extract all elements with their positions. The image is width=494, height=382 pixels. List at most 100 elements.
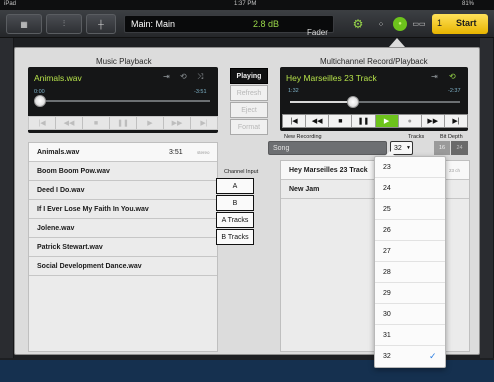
chevron-down-icon: ▼ bbox=[406, 145, 411, 151]
pause-icon: ❚❚ bbox=[117, 120, 129, 127]
next-mark-icon[interactable]: ⇥ bbox=[431, 72, 438, 81]
music-position-slider[interactable] bbox=[40, 100, 210, 102]
multichannel-elapsed: 1:32 bbox=[288, 88, 299, 94]
list-item[interactable]: Deed I Do.wav bbox=[29, 181, 217, 200]
app-root: iPad 1:37 PM 81% ▦ ⫶ ┼ Main: Main 2.8 dB… bbox=[0, 0, 494, 382]
tracks-option[interactable]: 31 bbox=[375, 325, 445, 346]
multichannel-position-knob[interactable] bbox=[346, 96, 359, 108]
popover-arrow bbox=[389, 38, 405, 47]
record-button[interactable]: ● bbox=[399, 115, 422, 127]
repeat-icon[interactable]: ⟲ bbox=[449, 72, 456, 81]
record-dot-icon: ● bbox=[398, 21, 402, 27]
session-channels: 23 ch bbox=[449, 168, 461, 173]
tracks-option-value: 30 bbox=[383, 311, 391, 318]
list-item[interactable]: Social Development Dance.wav bbox=[29, 257, 217, 276]
mixer-view-button[interactable]: ▦ bbox=[6, 14, 42, 34]
stop-icon: ■ bbox=[93, 119, 99, 127]
list-item[interactable]: If I Ever Lose My Faith In You.wav bbox=[29, 200, 217, 219]
play-button[interactable]: ▶ bbox=[375, 115, 399, 127]
format-button[interactable]: Format bbox=[230, 119, 268, 135]
stop-button[interactable]: ■ bbox=[83, 117, 110, 129]
rewind-button[interactable]: ◀◀ bbox=[306, 115, 330, 127]
stop-button[interactable]: ■ bbox=[329, 115, 353, 127]
bit-depth-24-button[interactable]: 24 bbox=[451, 141, 468, 155]
skip-end-icon: ▶| bbox=[200, 120, 208, 127]
playing-button[interactable]: Playing bbox=[230, 68, 268, 84]
music-remaining: -3:51 bbox=[194, 89, 207, 95]
tracks-option[interactable]: 26 bbox=[375, 220, 445, 241]
skip-start-button[interactable]: |◀ bbox=[29, 117, 56, 129]
session-name: Hey Marseilles 23 Track bbox=[289, 167, 368, 174]
file-name: Boom Boom Pow.wav bbox=[37, 168, 110, 175]
sliders-icon: ⫶ bbox=[63, 19, 65, 28]
shuffle-icon[interactable]: ⤨ bbox=[197, 72, 203, 82]
music-file-list: Animals.wav 3:51 stereo Boom Boom Pow.wa… bbox=[28, 142, 218, 352]
tracks-option-value: 23 bbox=[383, 164, 391, 171]
tracks-option[interactable]: 28 bbox=[375, 262, 445, 283]
file-name: If I Ever Lose My Faith In You.wav bbox=[37, 206, 149, 213]
tracks-option[interactable]: 27 bbox=[375, 241, 445, 262]
skip-start-button[interactable]: |◀ bbox=[283, 115, 307, 127]
fast-forward-button[interactable]: ▶▶ bbox=[422, 115, 445, 127]
channel-input-a[interactable]: A bbox=[216, 178, 254, 194]
settings-button[interactable]: ⚙ bbox=[348, 14, 368, 34]
tracks-option-selected[interactable]: 32 ✓ bbox=[375, 346, 445, 367]
rewind-button[interactable]: ◀◀ bbox=[56, 117, 83, 129]
mix-selector[interactable]: Main: Main 2.8 dB bbox=[124, 15, 334, 33]
skip-end-button[interactable]: ▶| bbox=[191, 117, 217, 129]
fast-forward-button[interactable]: ▶▶ bbox=[164, 117, 191, 129]
new-recording-label: New Recording bbox=[284, 134, 322, 140]
recorder-button[interactable]: ● bbox=[393, 17, 407, 31]
file-name: Social Development Dance.wav bbox=[37, 263, 142, 270]
start-scene-button[interactable]: 1 Start bbox=[432, 14, 488, 34]
eq-view-button[interactable]: ⫶ bbox=[46, 14, 82, 34]
song-name-field[interactable]: Song bbox=[268, 141, 387, 155]
routing-icon: ⁘ bbox=[377, 19, 385, 29]
file-name: Patrick Stewart.wav bbox=[37, 244, 103, 251]
music-track-name: Animals.wav bbox=[34, 73, 82, 83]
list-item[interactable]: Boom Boom Pow.wav bbox=[29, 162, 217, 181]
rewind-icon: ◀◀ bbox=[311, 118, 323, 125]
skip-end-button[interactable]: ▶| bbox=[445, 115, 467, 127]
music-position-knob[interactable] bbox=[34, 95, 46, 107]
routing-button[interactable]: ⁘ bbox=[372, 14, 390, 34]
tracks-option[interactable]: 24 bbox=[375, 178, 445, 199]
multichannel-track-name: Hey Marseilles 23 Track bbox=[286, 73, 377, 83]
tracks-option[interactable]: 25 bbox=[375, 199, 445, 220]
multichannel-title: Multichannel Record/Playback bbox=[320, 57, 428, 66]
play-icon: ▶ bbox=[383, 118, 390, 125]
tracks-option-value: 25 bbox=[383, 206, 391, 213]
tracks-option-value: 28 bbox=[383, 269, 391, 276]
meter-button[interactable]: ▭▭ bbox=[410, 14, 428, 34]
tracks-option-value: 31 bbox=[383, 332, 391, 339]
multichannel-position-slider[interactable] bbox=[290, 101, 460, 103]
list-item[interactable]: Jolene.wav bbox=[29, 219, 217, 238]
bit-depth-16-button[interactable]: 16 bbox=[434, 141, 450, 155]
pause-button[interactable]: ❚❚ bbox=[110, 117, 137, 129]
list-item[interactable]: Patrick Stewart.wav bbox=[29, 238, 217, 257]
eject-button[interactable]: Eject bbox=[230, 102, 268, 118]
mix-level: 2.8 dB bbox=[253, 19, 280, 29]
channel-input-b[interactable]: B bbox=[216, 195, 254, 211]
channel-input-a-tracks[interactable]: A Tracks bbox=[216, 212, 254, 228]
tracks-option[interactable]: 29 bbox=[375, 283, 445, 304]
channel-input-b-tracks[interactable]: B Tracks bbox=[216, 229, 254, 245]
tracks-option[interactable]: 30 bbox=[375, 304, 445, 325]
bit-depth-label: Bit Depth bbox=[440, 134, 463, 140]
checkmark-icon: ✓ bbox=[429, 351, 437, 361]
record-icon: ● bbox=[407, 117, 412, 125]
tracks-option-value: 29 bbox=[383, 290, 391, 297]
grid-icon: ▦ bbox=[20, 19, 28, 29]
play-button[interactable]: ▶ bbox=[137, 117, 164, 129]
list-item[interactable]: Animals.wav 3:51 stereo bbox=[29, 143, 217, 162]
tracks-option[interactable]: 23 bbox=[375, 157, 445, 178]
rewind-icon: ◀◀ bbox=[63, 120, 75, 127]
pause-button[interactable]: ❚❚ bbox=[352, 115, 376, 127]
file-name: Animals.wav bbox=[37, 149, 80, 156]
repeat-icon[interactable]: ⟲ bbox=[180, 72, 187, 81]
refresh-button[interactable]: Refresh bbox=[230, 85, 268, 101]
device-label: iPad bbox=[4, 1, 17, 7]
skip-end-icon: ▶| bbox=[452, 118, 460, 125]
next-mark-icon[interactable]: ⇥ bbox=[163, 72, 170, 81]
fader-view-button[interactable]: ┼ bbox=[86, 14, 116, 34]
